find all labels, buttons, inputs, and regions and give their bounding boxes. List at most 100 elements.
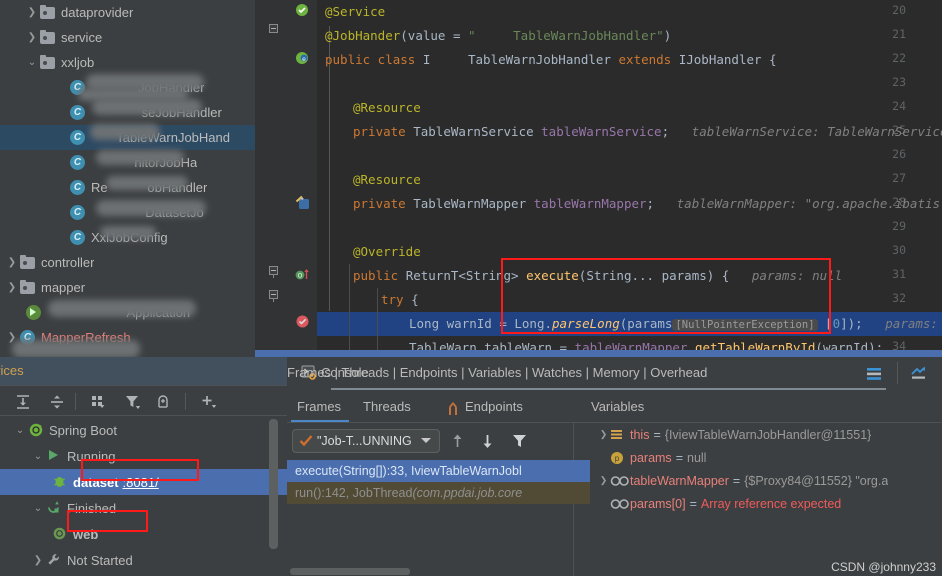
add-icon[interactable] [200,393,218,411]
variable-name: params[0] [630,496,686,511]
tree-item-xxljobconfig[interactable]: C XxlJobConfig [0,225,255,250]
chevron-right-icon[interactable]: ❯ [4,280,20,296]
code-editor[interactable]: 20 21 22 23 24 25 26 27 28 29 30 31 32 3… [255,0,942,357]
debug-spring-icon [52,474,69,491]
variables-panel: ❯ this = {IviewTableWarnJobHandler@11551… [591,423,942,576]
chevron-right-icon[interactable]: ❯ [597,475,610,486]
tab-variables[interactable]: Variables [591,399,644,414]
horizontal-scrollbar[interactable] [290,568,410,575]
services-scrollbar[interactable] [269,419,278,549]
services-item-label: Spring Boot [49,422,117,438]
springboot-app-icon [26,304,43,321]
class-icon: C [70,154,87,171]
tab-frames[interactable]: Frames [297,399,341,414]
filter-icon[interactable] [124,393,142,411]
collapse-all-icon[interactable] [48,393,66,411]
fold-marker-method[interactable] [269,266,278,278]
check-icon [299,434,313,451]
add-tab-icon[interactable] [156,393,174,411]
tree-item-controller[interactable]: ❯ controller [0,250,255,275]
restore-layout-icon[interactable] [909,365,929,384]
exception-inlay-hint: [NullPointerException] [672,319,818,331]
field-icon [610,475,630,487]
group-by-icon[interactable] [90,393,108,411]
field-icon [610,498,630,510]
chevron-down-icon[interactable]: ⌄ [24,55,40,71]
variable-row-params[interactable]: p params = null [591,446,942,469]
services-item-url[interactable]: :8081/ [123,475,159,490]
variable-row-this[interactable]: ❯ this = {IviewTableWarnJobHandler@11551… [591,423,942,446]
tree-item-xxljob[interactable]: ⌄ xxljob [0,50,255,75]
chevron-down-icon[interactable]: ⌄ [30,448,46,464]
chevron-right-icon[interactable]: ❯ [4,255,20,271]
spring-bean-endpoint-icon[interactable]: e [295,51,309,65]
project-tree-panel[interactable]: ❯ dataprovider ❯ service ⌄ xxljob C JobH… [0,0,255,357]
chevron-right-icon[interactable]: ❯ [24,30,40,46]
code-content[interactable]: @Service @JobHander(value = " TableWarnJ… [269,0,942,357]
tree-item-mapperrefresh[interactable]: ❯ C MapperRefresh [0,325,255,350]
spring-bean-icon[interactable] [295,3,309,17]
tree-item-service[interactable]: ❯ service [0,25,255,50]
services-item-finished[interactable]: ⌄ Finished [0,495,287,521]
tree-item-label: dataprovider [61,5,134,20]
tree-item-mapper[interactable]: ❯ mapper [0,275,255,300]
equals-sign: = [653,427,661,442]
layout-settings-icon[interactable] [865,366,883,385]
tab-endpoints[interactable]: Endpoints [465,399,523,414]
chevron-right-icon[interactable]: ❯ [597,429,610,440]
override-method-icon[interactable]: O [295,267,309,281]
tree-item-class-5[interactable]: C Re obHandler [0,175,255,200]
thread-selector[interactable]: "Job-T...UNNING [292,429,440,453]
services-item-dataset[interactable]: dataset :8081/ [0,469,287,495]
frame-row-execute[interactable]: execute(String[]):33, IviewTableWarnJobl [287,460,590,482]
wrench-icon [46,552,63,569]
tree-item-class-1[interactable]: C JobHandler [0,75,255,100]
chevron-down-icon[interactable]: ⌄ [12,422,28,438]
services-item-web[interactable]: web [0,521,287,547]
debug-header-tabs[interactable]: Frames | Threads | Endpoints | Variables… [287,365,707,380]
spring-boot-icon [52,526,69,543]
tree-item-dataprovider[interactable]: ❯ dataprovider [0,0,255,25]
tree-item-label: service [61,30,103,45]
tree-item-label: mapper [41,280,86,295]
variable-name: this [630,427,650,442]
variable-row-params0[interactable]: params[0] = Array reference expected [591,492,942,515]
code-line-28: private TableWarnMapper tableWarnMapper;… [353,196,942,211]
expand-all-icon[interactable] [14,393,32,411]
chevron-right-icon[interactable]: ❯ [30,552,46,568]
tree-item-class-2[interactable]: C seJobHandler [0,100,255,125]
code-line-31: public ReturnT<String> execute(String...… [353,268,843,283]
editor-horizontal-scrollbar[interactable] [255,350,942,357]
tree-item-tablewarnjobhandler[interactable]: C TableWarnJobHand [0,125,255,150]
tree-item-class-6[interactable]: C DatasetJo [0,200,255,225]
fold-marker-class[interactable] [269,24,278,36]
chevron-down-icon[interactable] [421,438,431,443]
chevron-right-icon[interactable]: ❯ [24,5,40,21]
variable-row-tablewarnmapper[interactable]: ❯ tableWarnMapper = {$Proxy84@11552} "or… [591,469,942,492]
services-tab-header[interactable]: vices [0,357,287,385]
build-tool-icon[interactable] [295,195,309,209]
equals-sign: = [689,496,697,511]
tree-item-class-4[interactable]: C nitorJobHa [0,150,255,175]
services-item-spring-boot[interactable]: ⌄ Spring Boot [0,417,287,443]
toolbar-separator [185,393,186,410]
frame-row-run[interactable]: run():142, JobThread (com.ppdai.job.core [287,482,590,504]
fold-marker-try[interactable] [269,290,278,302]
breakpoint-icon[interactable] [295,314,309,328]
code-line-33: Long warnId = Long.parseLong(params [Null… [409,316,938,331]
tree-item-application[interactable]: Application [0,300,255,325]
services-tree[interactable]: ⌄ Spring Boot ⌄ Running dataset:8081/ ⌄… [0,417,287,576]
chevron-right-icon[interactable]: ❯ [4,330,20,346]
frame-down-icon[interactable] [480,433,495,452]
frames-filter-icon[interactable] [512,433,527,452]
services-item-label: Not Started [67,552,133,568]
frame-up-icon[interactable] [450,433,465,452]
tree-item-label: DatasetJo [145,205,204,220]
chevron-down-icon[interactable]: ⌄ [30,500,46,516]
services-item-running[interactable]: ⌄ Running [0,443,287,469]
folder-icon [40,54,57,71]
services-item-not-started[interactable]: ❯ Not Started [0,547,287,573]
tab-threads[interactable]: Threads [363,399,411,414]
code-line-24: @Resource [353,100,421,115]
class-icon: C [70,229,87,246]
